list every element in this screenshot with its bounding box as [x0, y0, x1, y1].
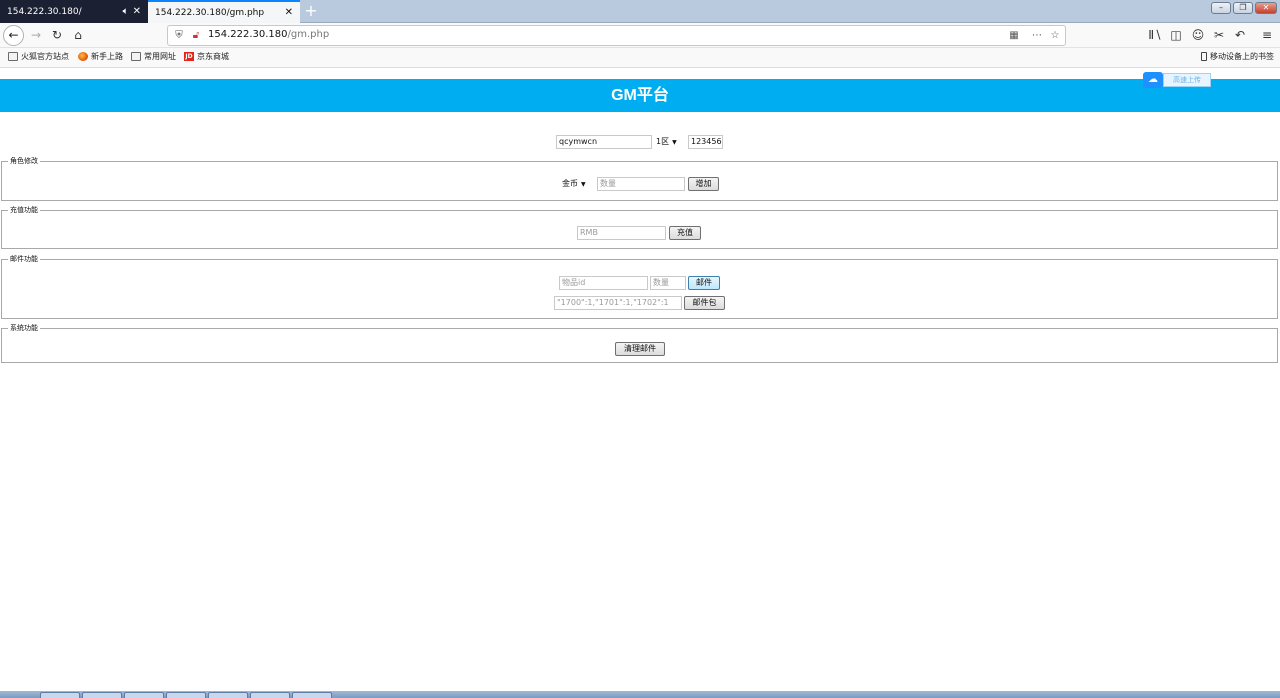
page-header: GM平台 [0, 79, 1280, 112]
bookmark-label: 火狐官方站点 [21, 52, 69, 61]
jd-icon: JD [184, 52, 194, 61]
navigation-bar: ← → ↻ ⌂ ⛨ 🔓︎ 154.222.30.180/gm.php ▦ ⋯ ☆… [0, 23, 1280, 48]
account-icon[interactable]: ☺ [1189, 26, 1207, 44]
forward-icon[interactable]: → [27, 26, 45, 44]
mobile-bookmarks[interactable]: 移动设备上的书签 [1201, 51, 1274, 62]
cloud-upload-icon[interactable]: ☁ [1143, 72, 1163, 88]
mobile-icon [1201, 52, 1207, 61]
new-tab-button[interactable]: + [302, 2, 320, 20]
bookmark-item[interactable]: 常用网址 [131, 51, 176, 62]
sidebar-icon[interactable]: ◫ [1167, 26, 1185, 44]
taskbar-item[interactable] [40, 692, 80, 698]
amount-input[interactable]: 数量 [597, 177, 685, 191]
add-button[interactable]: 增加 [688, 177, 719, 191]
window-controls: – ❐ ✕ [1211, 2, 1277, 14]
back-icon[interactable]: ← [3, 25, 24, 46]
currency-select[interactable]: 金币 ▼ [562, 177, 596, 191]
bookmark-label: 移动设备上的书签 [1210, 52, 1274, 61]
quantity-input[interactable]: 数量 [650, 276, 686, 290]
section-legend: 邮件功能 [8, 255, 40, 264]
section-legend: 系统功能 [8, 324, 40, 333]
taskbar-item[interactable] [292, 692, 332, 698]
firefox-icon [78, 52, 88, 61]
taskbar-item[interactable] [124, 692, 164, 698]
taskbar-item[interactable] [250, 692, 290, 698]
taskbar-item[interactable] [166, 692, 206, 698]
home-icon[interactable]: ⌂ [69, 26, 87, 44]
restore-icon[interactable]: ❐ [1233, 2, 1253, 14]
url-bar[interactable]: ⛨ 🔓︎ 154.222.30.180/gm.php ▦ ⋯ ☆ [167, 25, 1066, 46]
password-input[interactable]: 123456 [688, 135, 723, 149]
url-host: 154.222.30.180 [208, 29, 288, 40]
mail-button[interactable]: 邮件 [688, 276, 720, 290]
bookmark-star-icon[interactable]: ☆ [1047, 27, 1063, 45]
currency-select-value: 金币 [562, 179, 578, 188]
bookmark-label: 常用网址 [144, 52, 176, 61]
url-path: /gm.php [287, 29, 330, 40]
account-input[interactable]: qcymwcn [556, 135, 652, 149]
tab-title: 154.222.30.180/ [7, 6, 82, 17]
library-icon[interactable]: Ⅱ∖ [1146, 26, 1164, 44]
server-select[interactable]: 1区 ▼ [656, 135, 686, 149]
tab-title: 154.222.30.180/gm.php [155, 7, 265, 18]
speaker-icon[interactable]: 🔈︎ [123, 6, 129, 17]
folder-icon [131, 52, 141, 61]
tab-gm[interactable]: 154.222.30.180/gm.php ✕ [148, 0, 300, 23]
tab-home[interactable]: 154.222.30.180/ 🔈︎ ✕ [0, 0, 148, 23]
taskbar-item[interactable] [82, 692, 122, 698]
close-tab-icon[interactable]: ✕ [285, 7, 293, 18]
bookmarks-toolbar: 火狐官方站点 新手上路 常用网址 JD 京东商城 移动设备上的书签 [0, 48, 1280, 68]
mail-package-input[interactable]: "1700":1,"1701":1,"1702":1 [554, 296, 682, 310]
bookmark-item[interactable]: 火狐官方站点 [8, 51, 69, 62]
page-actions-icon[interactable]: ⋯ [1029, 27, 1045, 45]
rmb-input[interactable]: RMB [577, 226, 666, 240]
upload-label[interactable]: 高速上传 [1163, 73, 1211, 87]
chevron-down-icon: ▼ [672, 139, 677, 146]
os-taskbar [0, 691, 1280, 698]
qr-code-icon[interactable]: ▦ [1006, 27, 1022, 45]
screenshot-icon[interactable]: ✂ [1210, 26, 1228, 44]
reload-icon[interactable]: ↻ [48, 26, 66, 44]
mail-package-button[interactable]: 邮件包 [684, 296, 725, 310]
taskbar-item[interactable] [208, 692, 248, 698]
bookmark-label: 京东商城 [197, 52, 229, 61]
server-select-value: 1区 [656, 137, 670, 146]
menu-icon[interactable]: ≡ [1258, 26, 1276, 44]
tab-strip: 154.222.30.180/ 🔈︎ ✕ 154.222.30.180/gm.p… [0, 0, 1280, 23]
item-id-input[interactable]: 物品id [559, 276, 648, 290]
close-icon[interactable]: ✕ [1255, 2, 1277, 14]
bookmark-item[interactable]: JD 京东商城 [184, 51, 229, 62]
folder-icon [8, 52, 18, 61]
chevron-down-icon: ▼ [581, 181, 586, 188]
close-tab-icon[interactable]: ✕ [133, 6, 141, 17]
upload-widget[interactable]: ☁ 高速上传 [1143, 72, 1211, 88]
section-legend: 充值功能 [8, 206, 40, 215]
minimize-icon[interactable]: – [1211, 2, 1231, 14]
shield-icon[interactable]: ⛨ [171, 27, 187, 45]
undo-icon[interactable]: ↶ [1231, 26, 1249, 44]
section-legend: 角色修改 [8, 157, 40, 166]
bookmark-label: 新手上路 [91, 52, 123, 61]
clear-mail-button[interactable]: 清理邮件 [615, 342, 665, 356]
recharge-button[interactable]: 充值 [669, 226, 701, 240]
insecure-lock-icon[interactable]: 🔓︎ [188, 27, 204, 45]
url-text[interactable]: 154.222.30.180/gm.php [208, 29, 329, 40]
page-title: GM平台 [611, 87, 669, 104]
bookmark-item[interactable]: 新手上路 [78, 51, 123, 62]
